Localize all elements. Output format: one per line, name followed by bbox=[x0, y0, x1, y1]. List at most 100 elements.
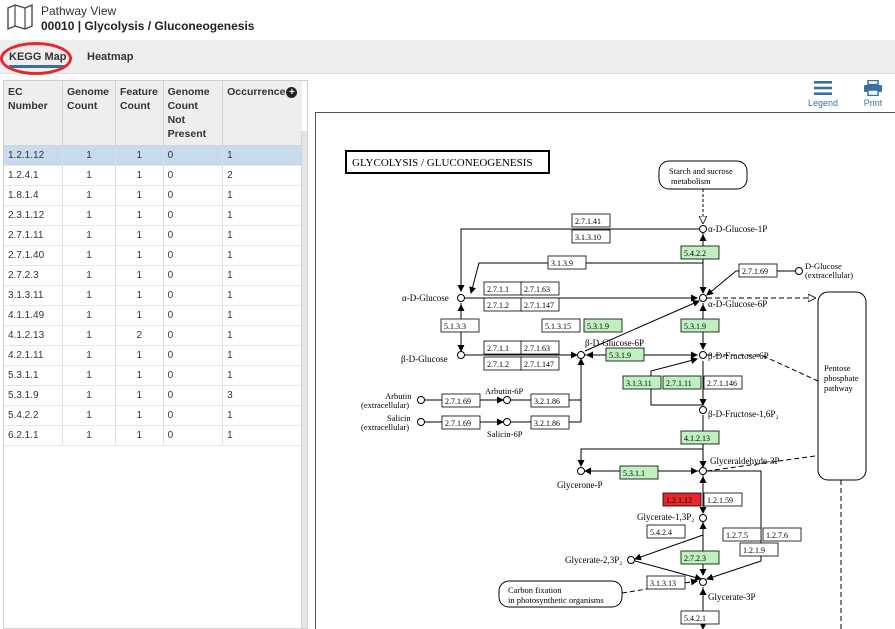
enzyme-box-2-7-1-1[interactable]: 2.7.1.1 bbox=[483, 281, 523, 296]
enzyme-box-2-7-2-3[interactable]: 2.7.2.3 bbox=[680, 550, 720, 565]
compound-node[interactable] bbox=[699, 351, 707, 359]
table-row[interactable]: 2.7.1.40 1 1 0 1 bbox=[4, 245, 302, 266]
compound-label[interactable]: α-D-Glucose bbox=[402, 293, 449, 303]
add-column-icon[interactable]: + bbox=[286, 86, 298, 98]
tab-heatmap[interactable]: Heatmap bbox=[87, 51, 133, 63]
enzyme-box-3-2-1-86[interactable]: 3.2.1.86 bbox=[530, 415, 570, 430]
enzyme-box-3-1-3-13[interactable]: 3.1.3.13 bbox=[646, 575, 686, 590]
enzyme-box-2-7-1-2[interactable]: 2.7.1.2 bbox=[483, 356, 523, 371]
enzyme-box-5-4-2-2[interactable]: 5.4.2.2 bbox=[680, 245, 720, 260]
table-row[interactable]: 5.4.2.2 1 1 0 1 bbox=[4, 405, 302, 426]
compound-node[interactable] bbox=[577, 467, 585, 475]
table-row[interactable]: 4.2.1.11 1 1 0 1 bbox=[4, 345, 302, 366]
table-cell: 1 bbox=[62, 225, 116, 246]
column-header-genome-count-not-present[interactable]: Genome Count Not Present bbox=[163, 81, 224, 146]
column-header-ec-number[interactable]: EC Number bbox=[4, 81, 64, 146]
enzyme-box-2-7-1-1[interactable]: 2.7.1.1 bbox=[483, 340, 523, 355]
enzyme-label: 2.7.1.69 bbox=[445, 419, 471, 428]
table-row[interactable]: 5.3.1.9 1 1 0 3 bbox=[4, 385, 302, 406]
compound-label[interactable]: Glycerate-3P bbox=[708, 592, 755, 602]
table-row[interactable]: 6.2.1.1 1 1 0 1 bbox=[4, 425, 302, 446]
legend-button[interactable]: Legend bbox=[803, 80, 843, 114]
enzyme-box-2-7-1-69[interactable]: 2.7.1.69 bbox=[441, 393, 481, 408]
print-button[interactable]: Print bbox=[858, 79, 888, 114]
column-header-genome-count[interactable]: Genome Count bbox=[62, 81, 116, 146]
table-row[interactable]: 4.1.1.49 1 1 0 1 bbox=[4, 305, 302, 326]
enzyme-box-4-1-2-13[interactable]: 4.1.2.13 bbox=[680, 430, 720, 445]
enzyme-box-3-1-3-11[interactable]: 3.1.3.11 bbox=[622, 375, 662, 390]
compound-node[interactable] bbox=[699, 467, 707, 475]
compound-node[interactable] bbox=[417, 418, 425, 426]
enzyme-box-2-7-1-63[interactable]: 2.7.1.63 bbox=[520, 340, 560, 355]
enzyme-box-3-1-3-9[interactable]: 3.1.3.9 bbox=[547, 255, 587, 270]
table-row[interactable]: 2.3.1.12 1 1 0 1 bbox=[4, 205, 302, 226]
enzyme-box-1-2-7-5[interactable]: 1.2.7.5 bbox=[722, 527, 762, 542]
enzyme-box-2-7-1-146[interactable]: 2.7.1.146 bbox=[703, 375, 743, 390]
enzyme-box-2-7-1-69[interactable]: 2.7.1.69 bbox=[441, 415, 481, 430]
column-header-feature-count[interactable]: Feature Count bbox=[115, 81, 164, 146]
enzyme-box-2-7-1-69[interactable]: 2.7.1.69 bbox=[738, 263, 778, 278]
table-cell: 0 bbox=[163, 425, 224, 446]
column-header-occurrence[interactable]: Occurrence + bbox=[222, 81, 302, 146]
compound-label[interactable]: β-D-Fructose-6P bbox=[708, 351, 769, 361]
enzyme-box-5-1-3-15[interactable]: 5.1.3.15 bbox=[541, 318, 581, 333]
enzyme-box-5-3-1-1[interactable]: 5.3.1.1 bbox=[619, 465, 659, 480]
compound-node[interactable] bbox=[699, 225, 707, 233]
compound-node[interactable] bbox=[503, 418, 511, 426]
compound-node[interactable] bbox=[699, 514, 707, 522]
table-scrollbar[interactable] bbox=[301, 131, 307, 628]
compound-label[interactable]: Arbutin-6P bbox=[485, 386, 524, 396]
table-row[interactable]: 1.8.1.4 1 1 0 1 bbox=[4, 185, 302, 206]
compound-label[interactable]: β-D-Fructose-1,6P₂ bbox=[708, 409, 778, 419]
enzyme-box-2-7-1-147[interactable]: 2.7.1.147 bbox=[520, 356, 560, 371]
table-row[interactable]: 2.7.1.11 1 1 0 1 bbox=[4, 225, 302, 246]
table-row[interactable]: 3.1.3.11 1 1 0 1 bbox=[4, 285, 302, 306]
compound-label: phosphate bbox=[824, 373, 859, 383]
compound-label[interactable]: α-D-Glucose-6P bbox=[708, 299, 767, 309]
enzyme-label: 5.1.3.3 bbox=[444, 322, 466, 331]
compound-label[interactable]: Glycerone-P bbox=[557, 480, 602, 490]
compound-label[interactable]: Salicin-6P bbox=[487, 429, 523, 439]
enzyme-box-3-2-1-86[interactable]: 3.2.1.86 bbox=[530, 393, 570, 408]
enzyme-box-1-2-1-12[interactable]: 1.2.1.12 bbox=[662, 492, 702, 507]
enzyme-box-1-2-1-9[interactable]: 1.2.1.9 bbox=[739, 542, 779, 557]
enzyme-box-5-4-2-1[interactable]: 5.4.2.1 bbox=[680, 610, 720, 625]
table-cell: 1 bbox=[62, 165, 116, 186]
compound-node[interactable] bbox=[627, 556, 635, 564]
table-row[interactable]: 1.2.1.12 1 1 0 1 bbox=[4, 145, 302, 166]
compound-label[interactable]: β-D-Glucose bbox=[401, 354, 448, 364]
table-row[interactable]: 4.1.2.13 1 2 0 1 bbox=[4, 325, 302, 346]
compound-node[interactable] bbox=[457, 351, 465, 359]
enzyme-box-5-3-1-9[interactable]: 5.3.1.9 bbox=[680, 318, 720, 333]
compound-node[interactable] bbox=[457, 294, 465, 302]
enzyme-box-5-3-1-9[interactable]: 5.3.1.9 bbox=[605, 347, 645, 362]
enzyme-box-5-1-3-3[interactable]: 5.1.3.3 bbox=[440, 318, 480, 333]
enzyme-box-2-7-1-41[interactable]: 2.7.1.41 bbox=[571, 213, 611, 228]
compound-node[interactable] bbox=[503, 396, 511, 404]
compound-label[interactable]: β-D-Glucose-6P bbox=[585, 338, 644, 348]
enzyme-box-2-7-1-147[interactable]: 2.7.1.147 bbox=[520, 297, 560, 312]
enzyme-box-2-7-1-2[interactable]: 2.7.1.2 bbox=[483, 297, 523, 312]
enzyme-box-5-3-1-9[interactable]: 5.3.1.9 bbox=[583, 318, 623, 333]
enzyme-box-1-2-7-6[interactable]: 1.2.7.6 bbox=[762, 527, 802, 542]
enzyme-box-2-7-1-63[interactable]: 2.7.1.63 bbox=[520, 281, 560, 296]
compound-label[interactable]: Glyceraldehyde-3P bbox=[710, 456, 779, 466]
kegg-map-viewport[interactable]: GLYCOLYSIS / GLUCONEOGENESIS Starch and … bbox=[315, 112, 895, 629]
compound-node[interactable] bbox=[577, 351, 585, 359]
enzyme-box-5-4-2-4[interactable]: 5.4.2.4 bbox=[646, 524, 686, 539]
table-row[interactable]: 5.3.1.1 1 1 0 1 bbox=[4, 365, 302, 386]
table-row[interactable]: 1.2.4.1 1 1 0 2 bbox=[4, 165, 302, 186]
compound-label[interactable]: Glycerate-2,3P₂ bbox=[565, 555, 622, 565]
compound-label[interactable]: α-D-Glucose-1P bbox=[708, 224, 767, 234]
compound-node[interactable] bbox=[417, 396, 425, 404]
enzyme-box-1-2-1-59[interactable]: 1.2.1.59 bbox=[703, 492, 743, 507]
compound-node[interactable] bbox=[699, 294, 707, 302]
table-row[interactable]: 2.7.2.3 1 1 0 1 bbox=[4, 265, 302, 286]
enzyme-box-3-1-3-10[interactable]: 3.1.3.10 bbox=[571, 229, 611, 244]
compound-node[interactable] bbox=[795, 267, 803, 275]
compound-node[interactable] bbox=[699, 578, 707, 586]
compound-node[interactable] bbox=[699, 406, 707, 414]
enzyme-box-2-7-1-11[interactable]: 2.7.1.11 bbox=[662, 375, 702, 390]
compound-label[interactable]: Glycerate-1,3P₂ bbox=[637, 512, 694, 522]
table-cell: 1 bbox=[222, 225, 302, 246]
